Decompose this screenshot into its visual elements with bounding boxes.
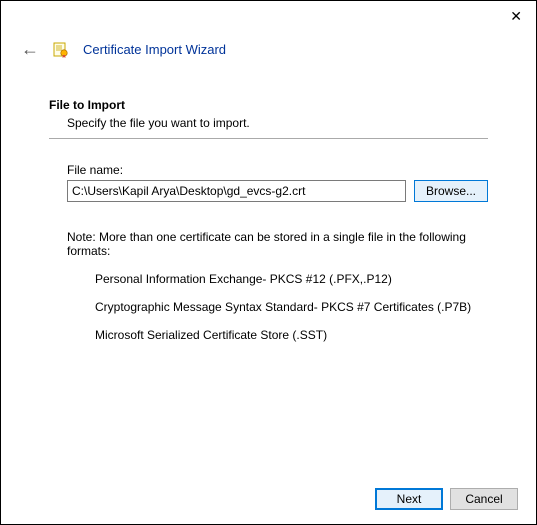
file-name-input[interactable] [67, 180, 406, 202]
wizard-title: Certificate Import Wizard [83, 42, 226, 57]
next-button[interactable]: Next [375, 488, 443, 510]
wizard-header: ← Certificate Import Wizard [1, 31, 536, 74]
title-bar: ✕ [1, 1, 536, 31]
certificate-icon [53, 42, 69, 58]
form-area: File name: Browse... Note: More than one… [67, 163, 488, 342]
file-name-label: File name: [67, 163, 488, 177]
cancel-button[interactable]: Cancel [450, 488, 518, 510]
file-row: Browse... [67, 180, 488, 202]
page-heading: File to Import [49, 98, 488, 112]
footer-buttons: Next Cancel [375, 488, 518, 510]
note-text: Note: More than one certificate can be s… [67, 230, 488, 258]
content-area: File to Import Specify the file you want… [1, 74, 536, 342]
close-icon[interactable]: ✕ [510, 8, 522, 25]
page-subheading: Specify the file you want to import. [67, 116, 488, 130]
format-sst: Microsoft Serialized Certificate Store (… [95, 328, 488, 342]
back-arrow-icon[interactable]: ← [21, 39, 39, 60]
separator [49, 138, 488, 139]
format-pfx: Personal Information Exchange- PKCS #12 … [95, 272, 488, 286]
format-p7b: Cryptographic Message Syntax Standard- P… [95, 300, 488, 314]
browse-button[interactable]: Browse... [414, 180, 488, 202]
